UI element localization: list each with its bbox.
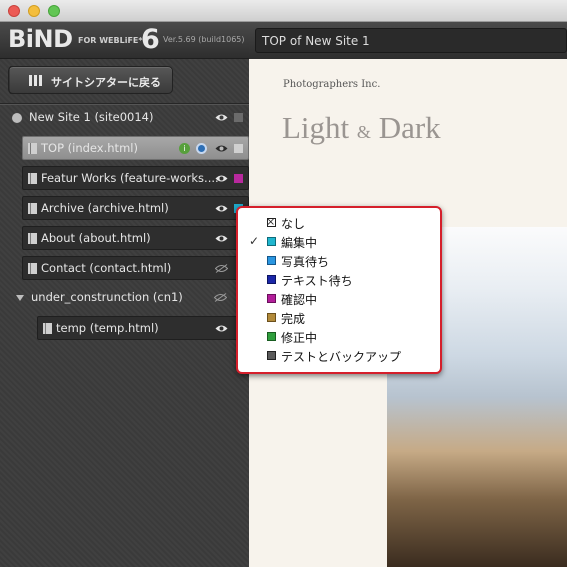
status-option-label: なし — [281, 217, 306, 231]
page-row-archive[interactable]: Archive (archive.html) — [22, 196, 249, 220]
disclosure-triangle-icon[interactable] — [16, 295, 24, 301]
app-logo: BiND — [8, 25, 73, 53]
status-square-icon[interactable] — [234, 174, 243, 183]
site-brand-title: Light & Dark — [282, 110, 441, 145]
color-swatch-icon — [267, 275, 276, 284]
page-doc-icon — [43, 323, 52, 334]
color-swatch-icon — [267, 294, 276, 303]
page-label: temp (temp.html) — [56, 321, 159, 335]
status-option-label: テストとバックアップ — [281, 350, 402, 364]
eye-hidden-icon[interactable] — [215, 264, 228, 273]
back-to-site-theater-button[interactable]: サイトシアターに戻る — [8, 66, 173, 94]
settings-icon[interactable] — [196, 143, 207, 154]
page-label: Archive (archive.html) — [41, 201, 169, 215]
site-dot-icon — [12, 113, 22, 123]
site-tree-panel: BiND FOR WEBLiFE* 6 Ver.5.69 (build1065)… — [0, 22, 249, 567]
status-option-label: 修正中 — [281, 331, 318, 345]
minimize-window-button[interactable] — [28, 5, 40, 17]
page-doc-icon — [28, 203, 37, 214]
site-theater-icon — [29, 75, 43, 86]
eye-icon[interactable] — [215, 324, 228, 333]
color-swatch-icon — [267, 313, 276, 322]
status-option-test-backup[interactable]: テストとバックアップ — [238, 346, 440, 365]
status-option-label: 写真待ち — [281, 255, 330, 269]
app-version-label: Ver.5.69 (build1065) — [163, 35, 245, 44]
page-label: About (about.html) — [41, 231, 151, 245]
page-title-field[interactable]: TOP of New Site 1 — [255, 28, 567, 53]
eye-icon[interactable] — [215, 144, 228, 153]
page-row-featur-works[interactable]: Featur Works (feature-works.... — [22, 166, 249, 190]
color-swatch-icon — [267, 256, 276, 265]
back-arrow-icon — [8, 66, 20, 94]
status-option-waiting-text[interactable]: テキスト待ち — [238, 270, 440, 289]
eye-icon[interactable] — [215, 113, 228, 122]
page-label: Contact (contact.html) — [41, 261, 172, 275]
close-window-button[interactable] — [8, 5, 20, 17]
folder-row[interactable]: under_construnction (cn1) — [8, 286, 249, 310]
eye-icon[interactable] — [215, 204, 228, 213]
color-swatch-icon — [267, 332, 276, 341]
status-option-fixing[interactable]: 修正中 — [238, 327, 440, 346]
none-swatch-icon — [267, 218, 276, 227]
info-icon[interactable]: i — [179, 143, 190, 154]
site-row[interactable]: New Site 1 (site0014) — [8, 106, 249, 130]
status-option-editing[interactable]: ✓ 編集中 — [238, 232, 440, 251]
page-doc-icon — [28, 233, 37, 244]
status-menu: なし ✓ 編集中 写真待ち テキスト待ち 確認中 完成 修正中 テストとバックア… — [236, 206, 442, 374]
checkmark-icon: ✓ — [249, 234, 260, 248]
status-option-complete[interactable]: 完成 — [238, 308, 440, 327]
app-logo-sub: FOR WEBLiFE* — [78, 36, 143, 45]
page-title-bar: TOP of New Site 1 — [249, 22, 567, 59]
back-button-label: サイトシアターに戻る — [51, 76, 161, 89]
page-row-temp[interactable]: temp (temp.html) — [37, 316, 249, 340]
page-doc-icon — [28, 173, 37, 184]
status-option-label: テキスト待ち — [281, 274, 353, 288]
zoom-window-button[interactable] — [48, 5, 60, 17]
status-option-none[interactable]: なし — [238, 213, 440, 232]
page-doc-icon — [28, 263, 37, 274]
status-square-icon[interactable] — [234, 113, 243, 122]
status-option-label: 編集中 — [281, 236, 318, 250]
page-row-contact[interactable]: Contact (contact.html) — [22, 256, 249, 280]
status-option-label: 確認中 — [281, 293, 318, 307]
panel-divider — [0, 103, 249, 105]
app-logo-bar: BiND FOR WEBLiFE* 6 Ver.5.69 (build1065) — [0, 22, 249, 59]
eye-icon[interactable] — [215, 234, 228, 243]
color-swatch-icon — [267, 237, 276, 246]
site-label: New Site 1 (site0014) — [29, 110, 154, 124]
title-bar — [0, 0, 567, 22]
color-swatch-icon — [267, 351, 276, 360]
app-logo-version-number: 6 — [141, 24, 160, 55]
status-square-icon[interactable] — [234, 144, 243, 153]
status-option-reviewing[interactable]: 確認中 — [238, 289, 440, 308]
eye-icon[interactable] — [215, 174, 228, 183]
page-label: Featur Works (feature-works.... — [41, 171, 219, 185]
eye-hidden-icon[interactable] — [214, 293, 227, 302]
page-row-about[interactable]: About (about.html) — [22, 226, 249, 250]
status-option-label: 完成 — [281, 312, 306, 326]
page-doc-icon — [28, 143, 37, 154]
status-option-waiting-photo[interactable]: 写真待ち — [238, 251, 440, 270]
folder-label: under_construnction (cn1) — [31, 290, 183, 304]
page-row-top[interactable]: TOP (index.html) i — [22, 136, 249, 160]
page-label: TOP (index.html) — [41, 141, 138, 155]
company-name: Photographers Inc. — [283, 79, 381, 90]
